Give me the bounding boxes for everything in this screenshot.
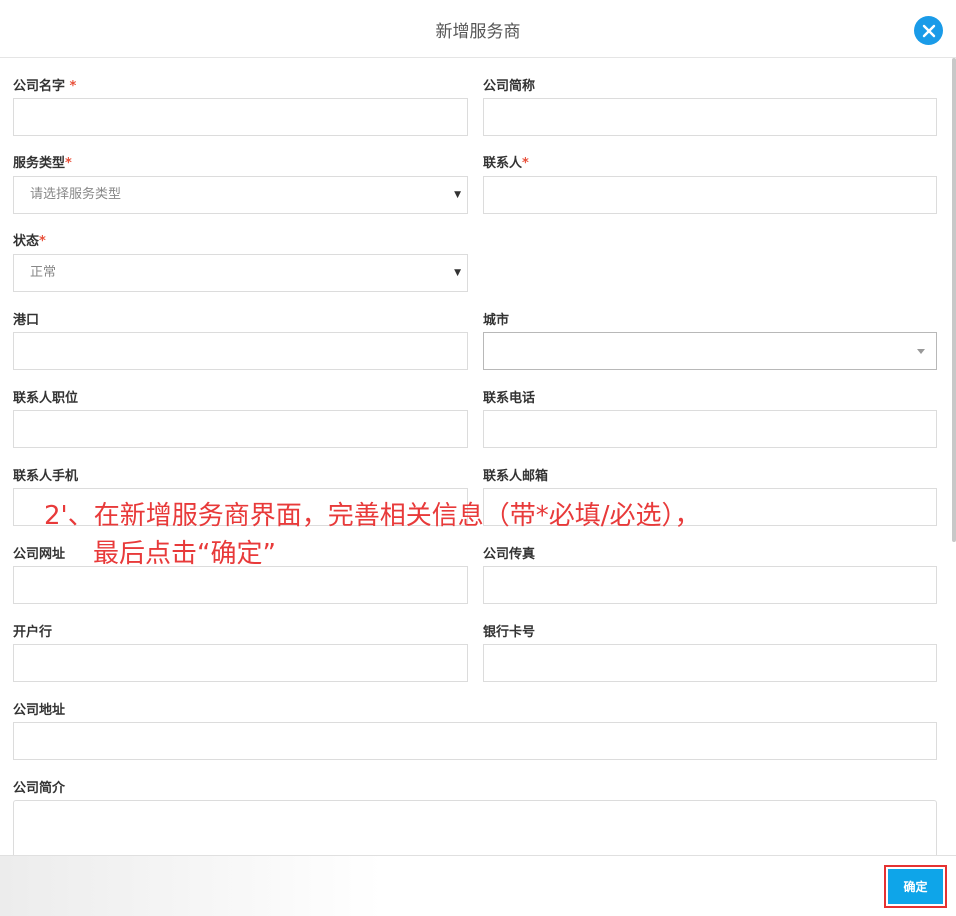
bank-label: 开户行 [13,625,53,640]
service-type-label: 服务类型* [13,152,72,171]
annotation-line-1: 2'、在新增服务商界面，完善相关信息（带*必填/必选）， [44,501,701,531]
required-mark: * [39,234,46,249]
service-type-select[interactable]: 请选择服务类型 ▼ [13,176,468,214]
contact-mobile-label: 联系人手机 [13,469,79,484]
confirm-button[interactable]: 确定 [888,869,943,904]
required-mark: * [522,156,529,171]
status-value: 正常 [30,265,57,280]
contact-phone-input[interactable] [483,410,937,448]
dialog-title: 新增服务商 [435,22,521,42]
bank-input[interactable] [13,644,468,682]
contact-label: 联系人* [483,152,529,171]
status-label: 状态* [13,230,46,249]
dialog-header: 新增服务商 [0,0,956,58]
contact-position-input[interactable] [13,410,468,448]
caret-down-icon [917,349,925,354]
company-name-label-text: 公司名字 [13,79,66,94]
contact-label-text: 联系人 [483,156,523,171]
website-input[interactable] [13,566,468,604]
port-label: 港口 [13,313,40,328]
required-mark: * [65,156,72,171]
contact-input[interactable] [483,176,937,214]
port-input[interactable] [13,332,468,370]
contact-email-label: 联系人邮箱 [483,469,549,484]
fax-input[interactable] [483,566,937,604]
status-select[interactable]: 正常 ▼ [13,254,468,292]
service-type-placeholder: 请选择服务类型 [30,187,122,202]
status-label-text: 状态 [13,234,40,249]
contact-position-label: 联系人职位 [13,391,79,406]
fax-label: 公司传真 [483,547,536,562]
card-no-label: 银行卡号 [483,625,536,640]
website-label: 公司网址 [13,547,66,562]
address-label: 公司地址 [13,703,66,718]
close-icon [922,24,935,37]
city-select[interactable] [483,332,937,370]
city-label: 城市 [483,313,510,328]
company-name-label: 公司名字 * [13,75,76,94]
intro-textarea[interactable] [13,800,937,855]
dialog-footer [0,855,956,916]
company-name-input[interactable] [13,98,468,136]
short-name-input[interactable] [483,98,937,136]
required-mark: * [69,79,77,94]
short-name-label: 公司简称 [483,79,536,94]
close-button[interactable] [914,16,943,45]
card-no-input[interactable] [483,644,937,682]
scrollbar-thumb[interactable] [952,58,956,542]
contact-phone-label: 联系电话 [483,391,536,406]
service-type-label-text: 服务类型 [13,156,66,171]
caret-down-icon: ▼ [454,268,461,278]
intro-label: 公司简介 [13,781,66,796]
caret-down-icon: ▼ [454,190,461,200]
service-provider-form: 公司名字 * 公司简称 服务类型* 请选择服务类型 ▼ 联系人* 状态* 正常 … [0,58,952,855]
annotation-line-2: 最后点击“确定” [93,539,276,569]
address-input[interactable] [13,722,937,760]
